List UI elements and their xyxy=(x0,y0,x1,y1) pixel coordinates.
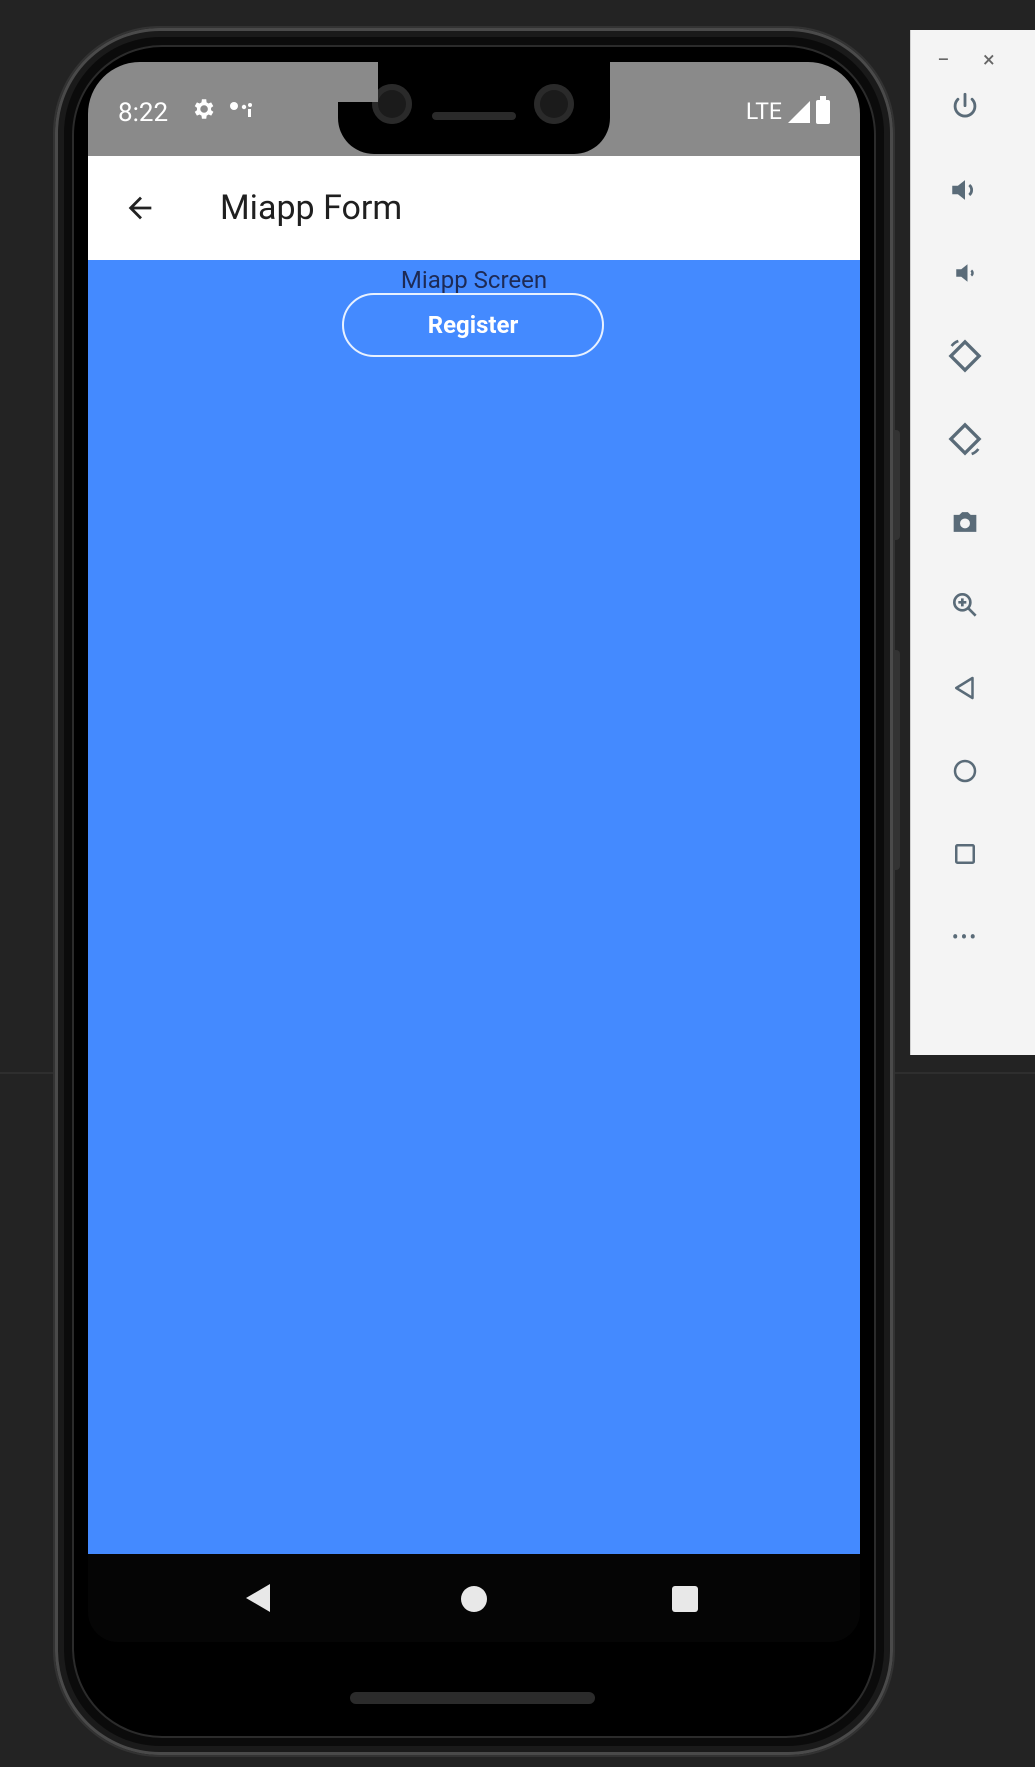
more-icon[interactable]: ••• xyxy=(933,905,997,969)
overview-icon[interactable] xyxy=(933,822,997,886)
nav-back-icon[interactable] xyxy=(246,1584,270,1612)
rotate-left-icon[interactable] xyxy=(933,324,997,388)
close-button[interactable]: × xyxy=(983,48,995,73)
camera-icon[interactable] xyxy=(933,490,997,554)
status-time: 8:22 xyxy=(118,98,169,128)
home-icon[interactable] xyxy=(933,739,997,803)
phone-volume-side-button xyxy=(893,650,900,870)
earpiece-speaker xyxy=(432,112,516,120)
rotate-right-icon[interactable] xyxy=(933,407,997,471)
front-camera-left xyxy=(372,84,412,124)
settings-status-icon xyxy=(190,96,216,127)
app-bar: Miapp Form xyxy=(88,156,860,260)
nav-home-icon[interactable] xyxy=(461,1586,487,1612)
battery-icon xyxy=(816,95,830,124)
back-arrow-icon[interactable] xyxy=(116,184,164,232)
status-right-group: LTE xyxy=(745,95,830,125)
content-area: Miapp Screen Register xyxy=(88,260,860,1554)
app-title: Miapp Form xyxy=(220,188,403,228)
power-icon[interactable] xyxy=(933,75,997,139)
network-type-label: LTE xyxy=(745,98,782,125)
zoom-icon[interactable] xyxy=(933,573,997,637)
screen-label: Miapp Screen xyxy=(400,266,548,294)
volume-down-icon[interactable] xyxy=(933,241,997,305)
assistant-status-icon xyxy=(228,96,258,127)
signal-icon xyxy=(788,100,810,123)
back-icon[interactable] xyxy=(933,656,997,720)
minimize-button[interactable]: − xyxy=(937,48,950,73)
system-nav-bar xyxy=(88,1554,860,1642)
front-camera-right xyxy=(534,84,574,124)
register-button[interactable]: Register xyxy=(342,293,604,357)
phone-screen: 8:22 LTE Miapp Form Miapp Screen Registe… xyxy=(88,62,860,1642)
volume-up-icon[interactable] xyxy=(933,158,997,222)
phone-power-side-button xyxy=(893,430,900,540)
camera-notch xyxy=(338,62,610,154)
nav-recents-icon[interactable] xyxy=(672,1586,698,1612)
emulator-toolbar: − × ••• xyxy=(910,30,1035,1055)
bottom-speaker-grill xyxy=(350,1692,595,1704)
